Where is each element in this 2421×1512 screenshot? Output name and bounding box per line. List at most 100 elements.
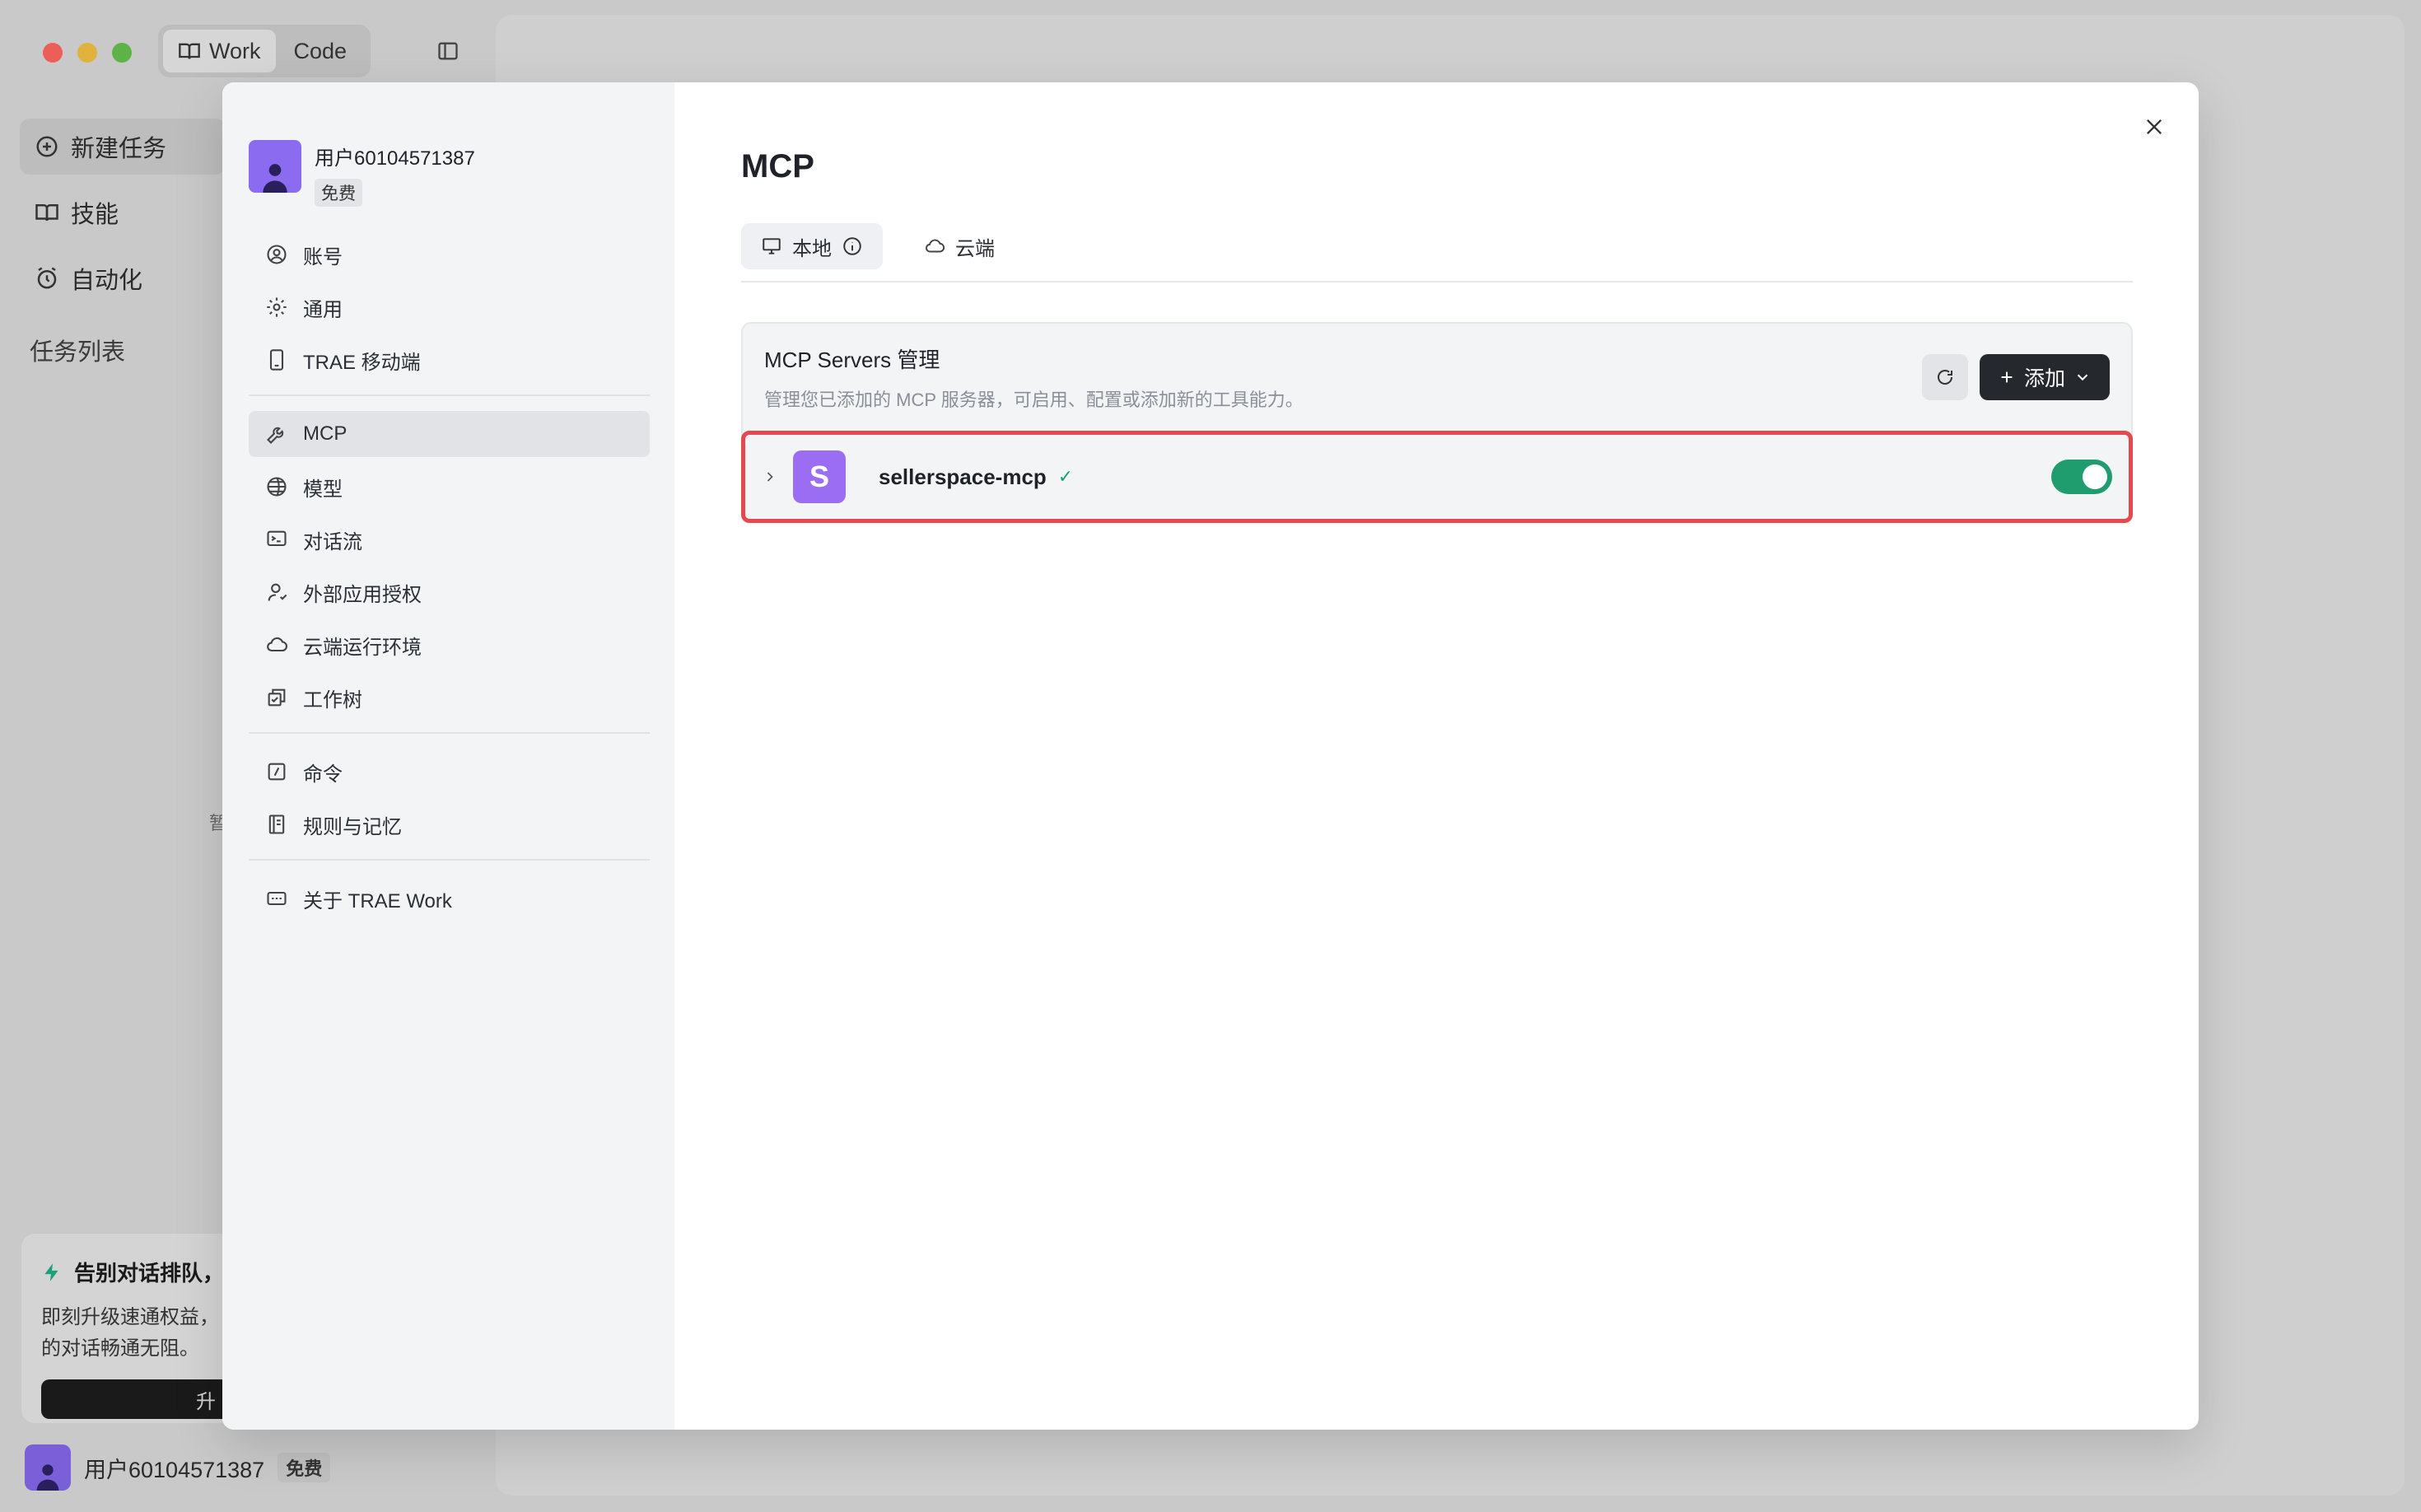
chevron-down-icon — [2077, 374, 2088, 381]
zoom-window-button[interactable] — [112, 43, 132, 63]
settings-nav-rules-memory[interactable]: 规则与记忆 — [249, 801, 650, 847]
nav-divider — [249, 732, 650, 734]
nav-divider — [249, 859, 650, 861]
wrench-icon — [267, 427, 284, 444]
chevron-right-icon[interactable] — [762, 469, 778, 485]
close-window-button[interactable] — [43, 43, 63, 63]
avatar — [249, 140, 301, 193]
profile-name: 用户60104571387 — [315, 147, 475, 170]
settings-nav-label: 规则与记忆 — [303, 815, 402, 838]
task-list-heading: 任务列表 — [30, 339, 126, 366]
slash-command-icon — [268, 763, 286, 781]
settings-nav-mobile[interactable]: TRAE 移动端 — [249, 337, 650, 383]
settings-nav-label: 通用 — [303, 298, 343, 321]
add-server-button[interactable]: 添加 — [1979, 354, 2110, 400]
new-task-icon — [36, 136, 58, 157]
promo-description: 即刻升级速通权益， 的对话畅通无阻。 — [41, 1302, 249, 1365]
tab-cloud[interactable]: 云端 — [904, 223, 1015, 269]
plus-icon — [2001, 371, 2013, 383]
settings-nav-mcp[interactable]: MCP — [249, 411, 650, 457]
promo-title-text: 告别对话排队， — [74, 1261, 225, 1286]
plan-badge: 免费 — [278, 1453, 331, 1482]
panel-actions: 添加 — [1921, 354, 2110, 400]
settings-nav-about[interactable]: 关于 TRAE Work — [249, 875, 650, 922]
sidebar-item-automation[interactable]: 自动化 — [20, 250, 226, 306]
alarm-icon — [37, 267, 57, 289]
settings-nav-worktree[interactable]: 工作树 — [249, 674, 650, 721]
book-icon — [35, 204, 58, 222]
sidebar-toggle-icon[interactable] — [436, 40, 459, 63]
mobile-icon — [269, 349, 284, 371]
settings-nav-label: 云端运行环境 — [303, 636, 422, 659]
tab-label: 云端 — [955, 237, 995, 260]
refresh-button[interactable] — [1921, 354, 1968, 400]
settings-nav-label: TRAE 移动端 — [303, 351, 421, 374]
mode-switch: Work Code — [158, 25, 371, 77]
sidebar-item-label: 自动化 — [71, 268, 143, 294]
settings-nav-label: 外部应用授权 — [303, 583, 422, 606]
server-enable-toggle[interactable] — [2051, 460, 2112, 494]
settings-nav-conversation-flow[interactable]: 对话流 — [249, 516, 650, 562]
server-row-sellerspace-mcp[interactable]: S sellerspace-mcp ✓ — [741, 431, 2133, 523]
panel-description: 管理您已添加的 MCP 服务器，可启用、配置或添加新的工具能力。 — [764, 389, 1304, 410]
settings-nav-model[interactable]: 模型 — [249, 464, 650, 510]
close-modal-button[interactable] — [2136, 109, 2172, 145]
panel-header: MCP Servers 管理 管理您已添加的 MCP 服务器，可启用、配置或添加… — [743, 324, 2131, 431]
mcp-servers-panel: MCP Servers 管理 管理您已添加的 MCP 服务器，可启用、配置或添加… — [741, 322, 2133, 523]
cloud-icon — [267, 637, 287, 652]
info-icon[interactable] — [842, 236, 863, 257]
mode-work-label: Work — [209, 38, 261, 63]
sidebar-item-skills[interactable]: 技能 — [20, 184, 226, 240]
settings-nav-label: 模型 — [303, 478, 343, 501]
settings-nav-external-auth[interactable]: 外部应用授权 — [249, 569, 650, 615]
settings-nav-general[interactable]: 通用 — [249, 284, 650, 330]
user-name: 用户60104571387 — [84, 1457, 265, 1482]
settings-nav-commands[interactable]: 命令 — [249, 749, 650, 795]
tab-local[interactable]: 本地 — [741, 223, 883, 269]
page-title: MCP — [741, 148, 814, 184]
server-logo: S — [793, 450, 846, 503]
promo-title: 告别对话排队， — [41, 1257, 249, 1287]
mcp-tabs: 本地 云端 — [741, 223, 2133, 282]
settings-sidebar: 用户60104571387 免费 账号 通用 TRAE 移动端 MCP 模型 对… — [222, 82, 674, 1430]
settings-nav-account[interactable]: 账号 — [249, 231, 650, 278]
about-icon — [267, 891, 287, 906]
window-controls — [43, 43, 132, 63]
server-name: sellerspace-mcp — [879, 464, 1047, 489]
connected-check-icon: ✓ — [1057, 466, 1074, 487]
user-auth-icon — [268, 583, 287, 601]
background-sidebar-nav: 新建任务 技能 自动化 — [20, 119, 226, 316]
model-icon — [267, 477, 287, 497]
person-icon — [263, 164, 287, 193]
lightning-icon — [44, 1262, 58, 1281]
avatar — [25, 1444, 71, 1491]
sidebar-item-label: 新建任务 — [71, 136, 167, 162]
terminal-icon — [267, 530, 287, 547]
cloud-icon — [926, 239, 945, 253]
mode-code-label: Code — [293, 38, 348, 63]
notebook-icon — [268, 814, 285, 834]
refresh-icon — [1937, 370, 1952, 385]
close-icon — [2147, 119, 2162, 134]
tab-label: 本地 — [792, 237, 832, 260]
sidebar-item-new-task[interactable]: 新建任务 — [20, 119, 226, 175]
sidebar-item-label: 技能 — [71, 202, 119, 228]
minimize-window-button[interactable] — [77, 43, 97, 63]
settings-nav-label: 关于 TRAE Work — [303, 889, 452, 912]
gear-icon — [267, 297, 287, 317]
worktree-icon — [268, 688, 286, 707]
promo-line-1: 即刻升级速通权益， — [41, 1306, 219, 1328]
book-icon — [179, 43, 200, 59]
settings-nav-label: 命令 — [303, 763, 343, 786]
mode-work-button[interactable]: Work — [163, 30, 276, 72]
person-icon — [36, 1464, 59, 1491]
settings-nav-label: 账号 — [303, 245, 343, 268]
settings-modal: 用户60104571387 免费 账号 通用 TRAE 移动端 MCP 模型 对… — [222, 82, 2199, 1430]
settings-nav-label: 对话流 — [303, 530, 362, 553]
add-button-label: 添加 — [2023, 367, 2065, 390]
settings-nav-cloud-env[interactable]: 云端运行环境 — [249, 622, 650, 668]
background-user-profile[interactable]: 用户60104571387 免费 — [25, 1444, 331, 1491]
mode-code-button[interactable]: Code — [279, 30, 362, 72]
plan-badge: 免费 — [315, 179, 362, 207]
settings-nav-label: MCP — [303, 422, 348, 445]
